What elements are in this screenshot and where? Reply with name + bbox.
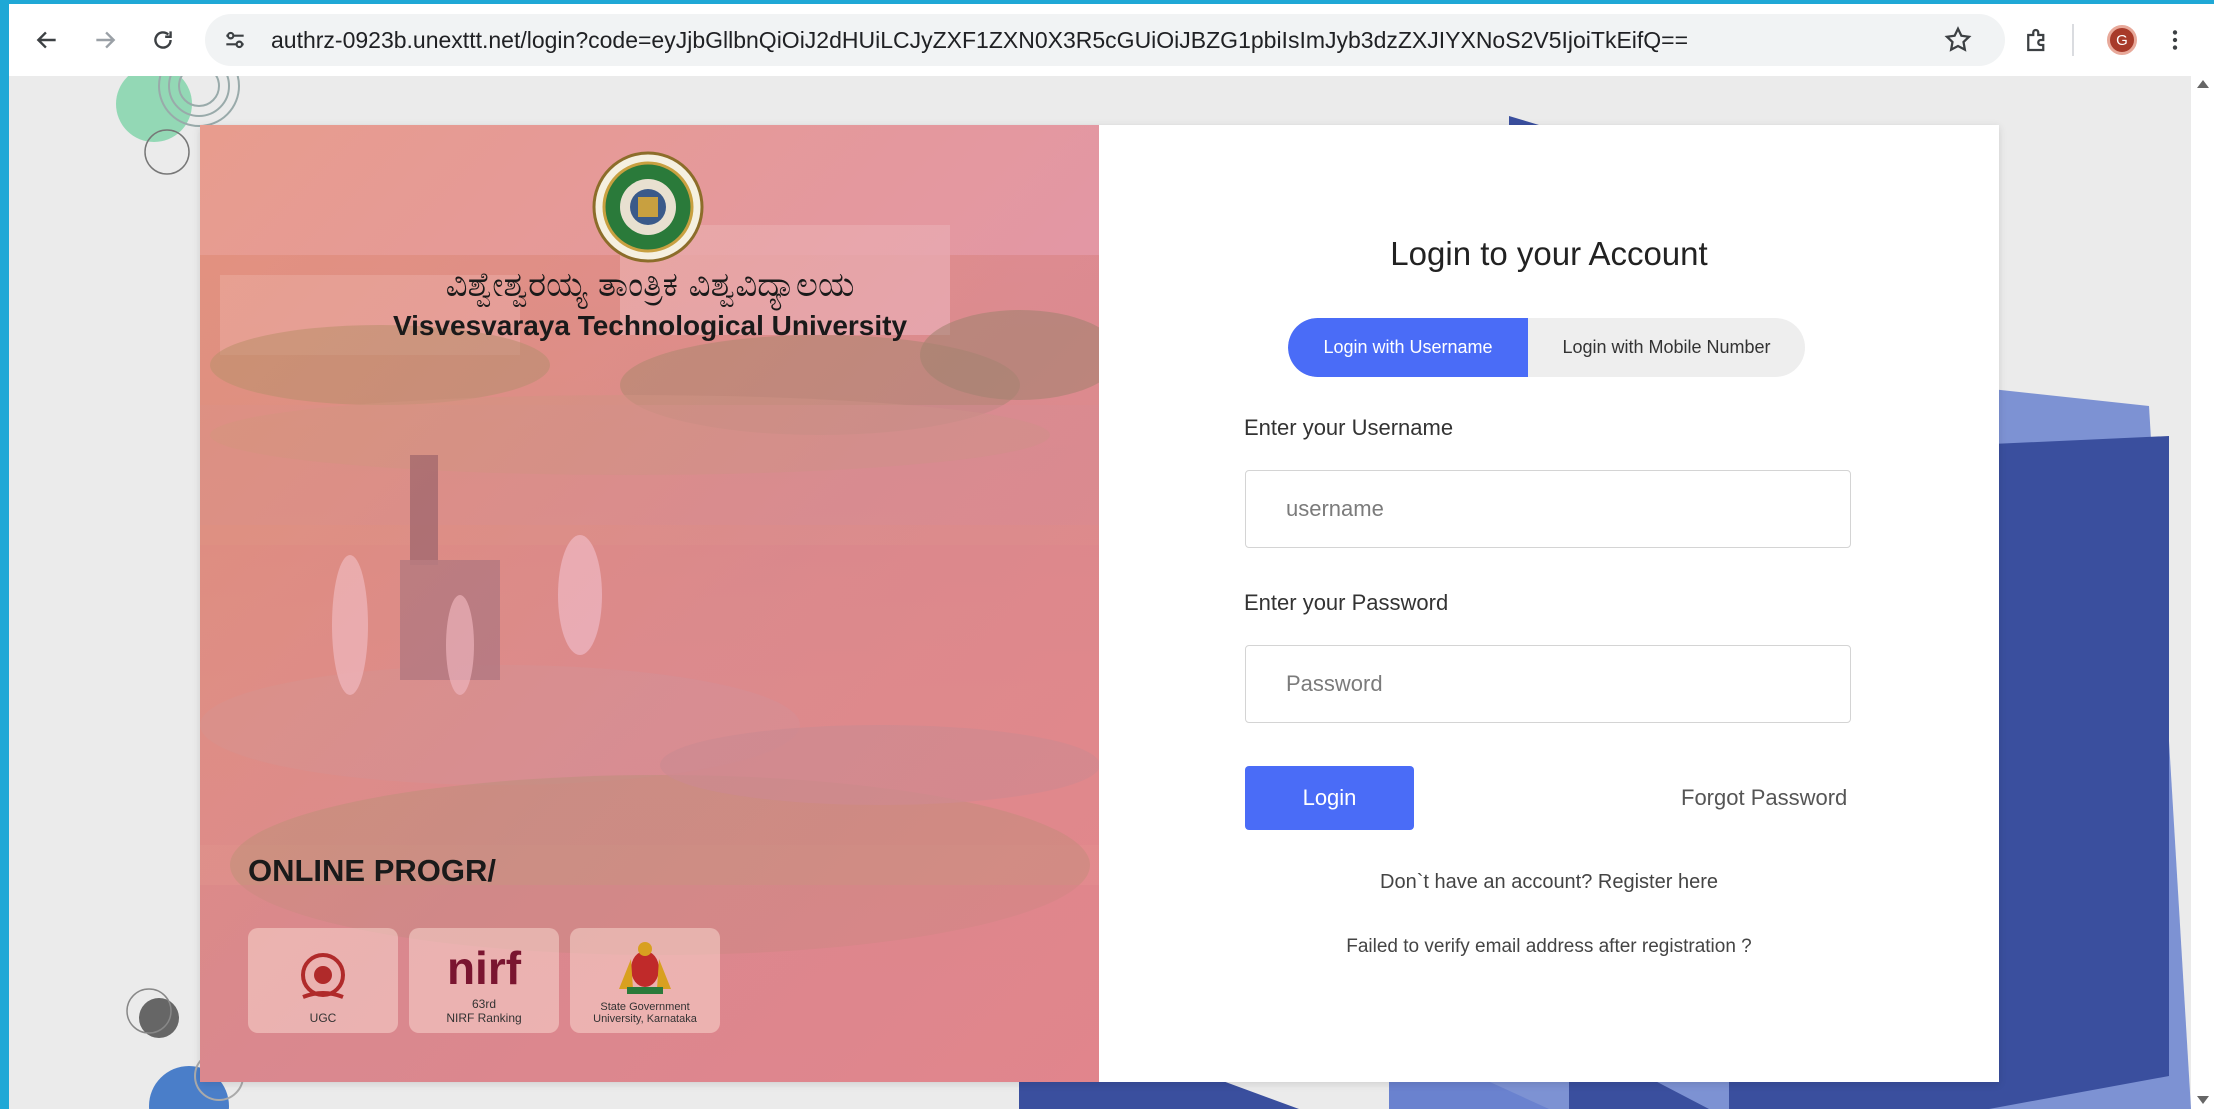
tab-login-mobile[interactable]: Login with Mobile Number [1528, 318, 1805, 377]
university-karnataka-label: University, Karnataka [593, 1013, 697, 1025]
star-icon [1944, 26, 1972, 52]
avatar: G [2107, 25, 2137, 55]
nirf-badge: nirf 63rd NIRF Ranking [409, 928, 559, 1033]
ugc-logo-icon [301, 953, 345, 999]
password-label: Enter your Password [1244, 590, 1449, 615]
login-card: ವಿಶ್ವೇಶ್ವರಯ್ಯ ತಾಂತ್ರಿಕ ವಿಶ್ವವಿದ್ಯಾಲಯ Vis… [200, 125, 1999, 1082]
nirf-rank: 63rd [471, 997, 497, 1011]
kebab-menu-icon [2172, 30, 2178, 50]
tab-login-username[interactable]: Login with Username [1288, 318, 1528, 377]
profile-initial: G [2116, 31, 2128, 49]
nirf-logo: nirf [446, 942, 522, 994]
username-label: Enter your Username [1244, 415, 1454, 440]
university-name-english: Visvesvaraya Technological University [392, 310, 908, 341]
karnataka-emblem-icon [619, 942, 671, 994]
login-form-pane: Login to your Account Login with Usernam… [1099, 125, 1999, 1082]
url-text[interactable]: authrz-0923b.unexttt.net/login?code=eyJj… [271, 27, 1688, 54]
arrow-left-icon [36, 31, 56, 49]
university-name-kannada: ವಿಶ್ವೇಶ್ವರಯ್ಯ ತಾಂತ್ರಿಕ ವಿಶ್ವವಿದ್ಯಾಲಯ [445, 265, 855, 305]
password-input[interactable] [1245, 645, 1851, 723]
site-settings-icon[interactable] [215, 20, 255, 60]
reload-button[interactable] [137, 14, 189, 66]
address-bar[interactable]: authrz-0923b.unexttt.net/login?code=eyJj… [205, 14, 2005, 66]
nirf-ranking-label: NIRF Ranking [446, 1011, 522, 1025]
campus-hero-image: ವಿಶ್ವೇಶ್ವರಯ್ಯ ತಾಂತ್ರಿಕ ವಿಶ್ವವಿದ್ಯಾಲಯ Vis… [200, 125, 1099, 1082]
puzzle-icon [2027, 28, 2045, 52]
program-heading: ONLINE PROGR/ [248, 853, 497, 888]
browser-toolbar: authrz-0923b.unexttt.net/login?code=eyJj… [9, 4, 2214, 76]
forward-button[interactable] [79, 14, 131, 66]
scroll-up-arrow-icon[interactable] [2197, 80, 2209, 88]
forgot-password-link[interactable]: Forgot Password [1681, 785, 1847, 811]
extensions-button[interactable] [2011, 14, 2063, 66]
arrow-right-icon [96, 31, 116, 49]
page-scrollbar[interactable] [2191, 76, 2214, 1109]
profile-button[interactable]: G [2096, 14, 2148, 66]
university-seal-logo [592, 151, 704, 263]
login-title: Login to your Account [1390, 235, 1708, 272]
reload-icon [154, 31, 172, 49]
back-button[interactable] [21, 14, 73, 66]
scroll-down-arrow-icon[interactable] [2197, 1096, 2209, 1104]
toolbar-divider [2072, 24, 2074, 56]
bookmark-star-button[interactable] [1932, 14, 1984, 66]
login-button[interactable]: Login [1245, 766, 1414, 830]
ugc-badge: UGC [248, 928, 398, 1033]
login-method-tabs: Login with Username Login with Mobile Nu… [1288, 318, 1805, 377]
verify-email-link[interactable]: Failed to verify email address after reg… [1099, 936, 1999, 958]
karnataka-badge: State Government University, Karnataka [570, 928, 720, 1033]
ugc-label: UGC [309, 1011, 337, 1025]
username-input[interactable] [1245, 470, 1851, 548]
state-govt-label: State Government [600, 1001, 690, 1013]
register-link[interactable]: Don`t have an account? Register here [1099, 871, 1999, 894]
browser-menu-button[interactable] [2149, 14, 2201, 66]
page-viewport: ವಿಶ್ವೇಶ್ವರಯ್ಯ ತಾಂತ್ರಿಕ ವಿಶ್ವವಿದ್ಯಾಲಯ Vis… [9, 76, 2191, 1109]
